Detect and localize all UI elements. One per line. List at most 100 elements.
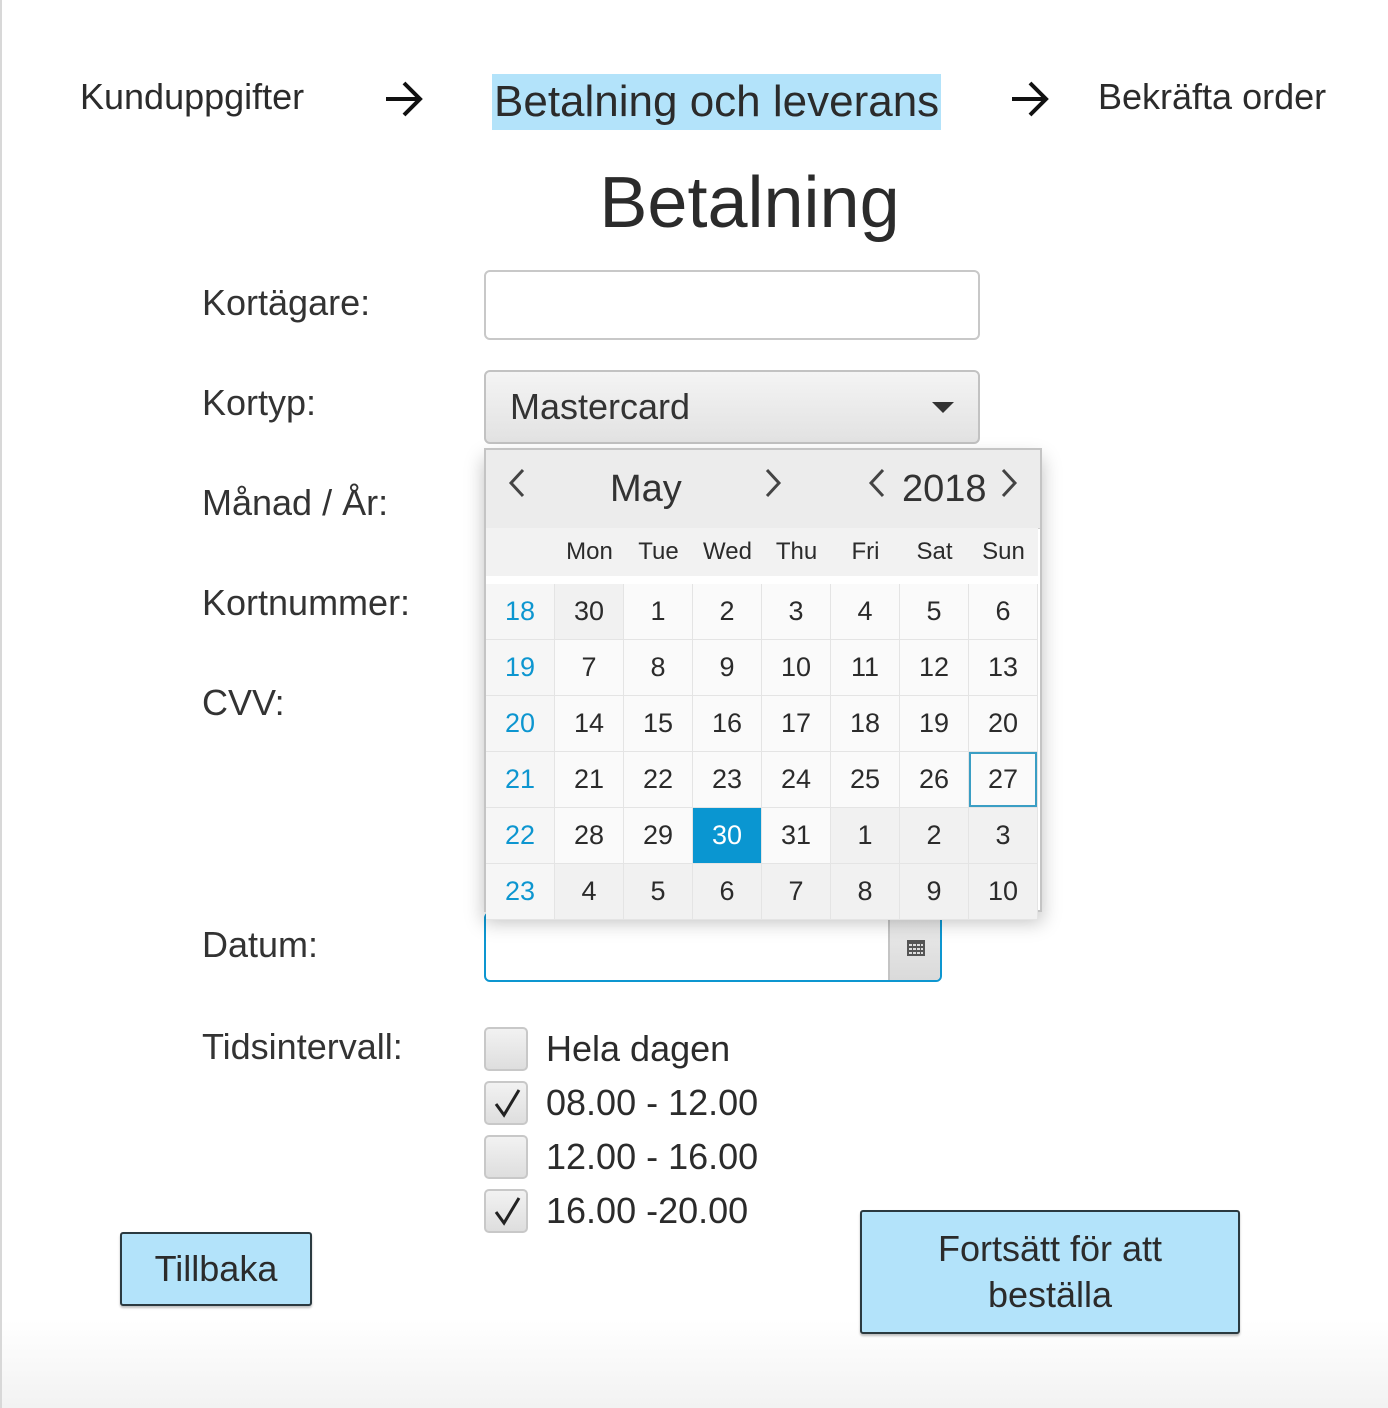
card-type-label: Kortyp: (202, 382, 317, 423)
calendar-header: May 2018 (486, 450, 1040, 529)
checkbox-label: Hela dagen (546, 1028, 731, 1069)
time-interval-option[interactable]: 12.00 - 16.00 (484, 1130, 758, 1184)
next-month-icon[interactable] (764, 468, 782, 506)
calendar-day[interactable]: 17 (762, 696, 831, 752)
calendar-day[interactable]: 6 (693, 864, 762, 920)
calendar-day[interactable]: 1 (624, 584, 693, 640)
calendar-day[interactable]: 29 (624, 808, 693, 864)
calendar-day[interactable]: 18 (831, 696, 900, 752)
calendar-day[interactable]: 24 (762, 752, 831, 808)
calendar-day[interactable]: 4 (555, 864, 624, 920)
time-interval-option[interactable]: Hela dagen (484, 1022, 758, 1076)
calendar-day[interactable]: 20 (969, 696, 1038, 752)
calendar-day[interactable]: 11 (831, 640, 900, 696)
calendar-day[interactable]: 25 (831, 752, 900, 808)
week-number: 23 (486, 864, 555, 920)
day-header: Wed (693, 528, 762, 576)
week-number: 21 (486, 752, 555, 808)
calendar-day[interactable]: 28 (555, 808, 624, 864)
calendar-corner (486, 528, 555, 576)
time-interval-option[interactable]: 08.00 - 12.00 (484, 1076, 758, 1130)
date-label: Datum: (202, 924, 319, 965)
calendar-day[interactable]: 3 (969, 808, 1038, 864)
calendar-day[interactable]: 2 (693, 584, 762, 640)
calendar-day[interactable]: 13 (969, 640, 1038, 696)
day-header: Sun (969, 528, 1038, 576)
calendar-day[interactable]: 8 (831, 864, 900, 920)
day-header: Sat (900, 528, 969, 576)
calendar-day[interactable]: 4 (831, 584, 900, 640)
calendar-day[interactable]: 7 (762, 864, 831, 920)
checkbox-label: 08.00 - 12.00 (546, 1082, 759, 1123)
calendar-grid: Mon Tue Wed Thu Fri Sat Sun 18 30 1 2 3 4 5 6 19 7 8 9 10 11… (486, 528, 1040, 920)
calendar-day[interactable]: 5 (900, 584, 969, 640)
breadcrumb-step-payment[interactable]: Betalning och leverans (492, 74, 942, 130)
calendar-day[interactable]: 27 (969, 752, 1038, 808)
calendar-day[interactable]: 10 (969, 864, 1038, 920)
calendar-day[interactable]: 7 (555, 640, 624, 696)
continue-order-button[interactable]: Fortsätt för att beställa (860, 1210, 1240, 1334)
breadcrumb-step-customer[interactable]: Kunduppgifter (80, 76, 304, 118)
back-button[interactable]: Tillbaka (120, 1232, 312, 1306)
checkbox[interactable] (484, 1135, 528, 1179)
calendar-day[interactable]: 31 (762, 808, 831, 864)
time-interval-label: Tidsintervall: (202, 1026, 403, 1067)
checkbox[interactable] (484, 1081, 528, 1125)
calendar-button[interactable] (888, 914, 940, 980)
arrow-right-icon (1010, 80, 1050, 118)
checkbox-label: 16.00 -20.00 (546, 1190, 749, 1231)
month-year-label: Månad / År: (202, 482, 389, 523)
week-number: 18 (486, 584, 555, 640)
calendar-day[interactable]: 30 (555, 584, 624, 640)
checkmark-icon (494, 1089, 521, 1118)
checkmark-icon (494, 1197, 521, 1226)
calendar-day[interactable]: 19 (900, 696, 969, 752)
day-header: Thu (762, 528, 831, 576)
time-interval-list: Hela dagen 08.00 - 12.00 12.00 - 16.00 16.0… (484, 1022, 758, 1238)
prev-month-icon[interactable] (508, 468, 526, 506)
card-number-label: Kortnummer: (202, 582, 411, 623)
day-header: Tue (624, 528, 693, 576)
calendar-day[interactable]: 9 (693, 640, 762, 696)
week-number: 22 (486, 808, 555, 864)
cvv-label: CVV: (202, 682, 285, 723)
checkout-page: Kunduppgifter Betalning och leverans Bek… (0, 0, 1388, 1408)
calendar-day[interactable]: 30 (693, 808, 762, 864)
calendar-month: May (610, 468, 682, 510)
prev-year-icon[interactable] (868, 468, 886, 506)
calendar-day[interactable]: 8 (624, 640, 693, 696)
date-picker-field[interactable] (484, 912, 942, 982)
calendar-day[interactable]: 5 (624, 864, 693, 920)
calendar-year: 2018 (902, 468, 987, 510)
calendar-day[interactable]: 14 (555, 696, 624, 752)
calendar-day[interactable]: 9 (900, 864, 969, 920)
breadcrumb-step-confirm[interactable]: Bekräfta order (1098, 76, 1326, 118)
calendar-day[interactable]: 12 (900, 640, 969, 696)
card-type-value: Mastercard (510, 386, 691, 427)
arrow-right-icon (384, 80, 424, 118)
checkbox[interactable] (484, 1027, 528, 1071)
calendar-day[interactable]: 10 (762, 640, 831, 696)
card-holder-label: Kortägare: (202, 282, 371, 323)
calendar-day[interactable]: 15 (624, 696, 693, 752)
chevron-down-icon (932, 402, 954, 413)
calendar-day[interactable]: 1 (831, 808, 900, 864)
calendar-day[interactable]: 2 (900, 808, 969, 864)
time-interval-option[interactable]: 16.00 -20.00 (484, 1184, 758, 1238)
week-number: 20 (486, 696, 555, 752)
card-holder-input[interactable] (484, 270, 980, 340)
day-header: Fri (831, 528, 900, 576)
calendar-day[interactable]: 16 (693, 696, 762, 752)
checkbox-label: 12.00 - 16.00 (546, 1136, 759, 1177)
day-header: Mon (555, 528, 624, 576)
calendar-day[interactable]: 21 (555, 752, 624, 808)
card-type-select[interactable]: Mastercard (484, 370, 980, 444)
calendar-icon (907, 940, 925, 956)
calendar-day[interactable]: 3 (762, 584, 831, 640)
next-year-icon[interactable] (1000, 468, 1018, 506)
calendar-day[interactable]: 26 (900, 752, 969, 808)
calendar-day[interactable]: 6 (969, 584, 1038, 640)
checkbox[interactable] (484, 1189, 528, 1233)
calendar-day[interactable]: 23 (693, 752, 762, 808)
calendar-day[interactable]: 22 (624, 752, 693, 808)
